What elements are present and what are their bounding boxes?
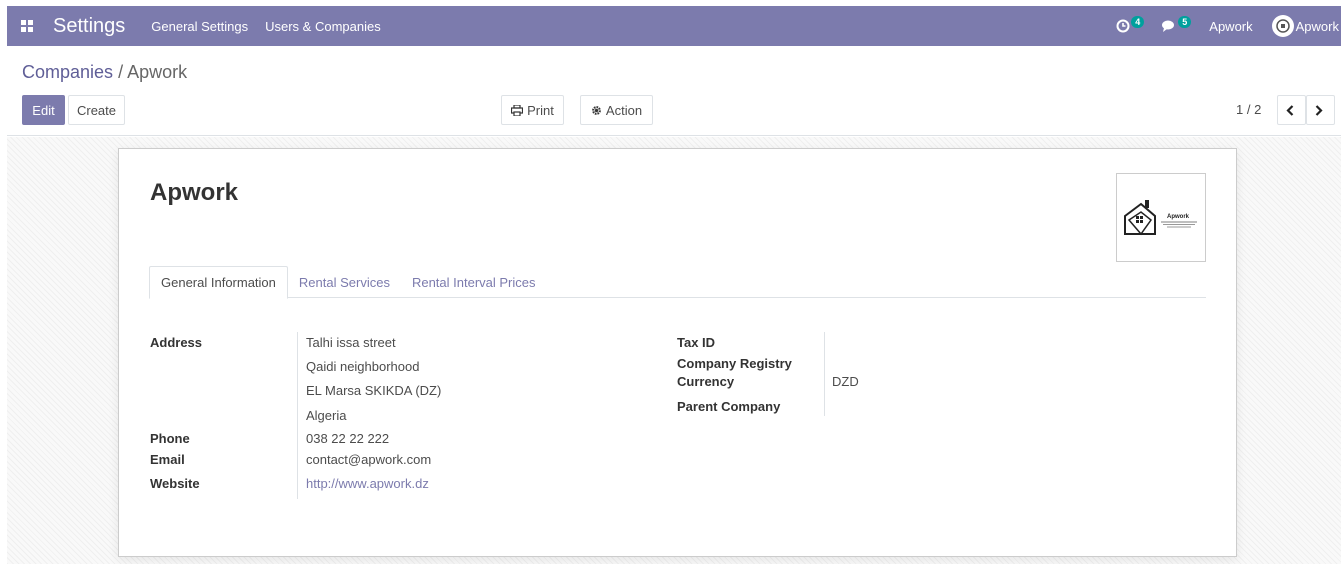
clock-icon (1116, 19, 1130, 33)
menu-users-companies[interactable]: Users & Companies (265, 19, 381, 34)
address-city-state: EL Marsa SKIKDA (DZ) (306, 383, 442, 398)
create-button[interactable]: Create (68, 95, 125, 125)
address-street2: Qaidi neighborhood (306, 359, 420, 374)
currency-label: Currency (677, 374, 735, 389)
tab-rental-interval-prices[interactable]: Rental Interval Prices (401, 266, 547, 298)
chevron-left-icon (1285, 104, 1293, 116)
tax-id-label: Tax ID (677, 335, 716, 350)
form-view: Apwork Apwork General Information Rental… (7, 137, 1341, 564)
activity-menu[interactable]: 4 (1116, 16, 1145, 33)
edit-button[interactable]: Edit (22, 95, 65, 125)
company-switcher[interactable]: Apwork (1209, 19, 1252, 34)
app-title[interactable]: Settings (53, 15, 125, 38)
tab-general-information[interactable]: General Information (149, 266, 288, 299)
notebook-tabs: General Information Rental Services Rent… (149, 266, 1206, 299)
logo-image: Apwork (1124, 199, 1197, 235)
tab-rental-services[interactable]: Rental Services (288, 266, 401, 298)
left-group-divider (297, 332, 298, 499)
activity-badge: 4 (1131, 16, 1145, 28)
breadcrumb-companies[interactable]: Companies (22, 62, 113, 82)
apps-menu-icon[interactable] (11, 6, 43, 46)
print-label: Print (527, 102, 554, 118)
gear-icon (592, 105, 601, 115)
company-logo[interactable]: Apwork (1116, 173, 1206, 262)
user-name: Apwork (1295, 18, 1339, 34)
company-name: Apwork (150, 179, 239, 206)
form-sheet: Apwork Apwork General Information Rental… (118, 148, 1237, 557)
breadcrumb: Companies / Apwork (22, 62, 187, 83)
pager-previous-button[interactable] (1277, 95, 1306, 125)
breadcrumb-current: Apwork (127, 62, 188, 82)
right-group-divider (824, 332, 825, 416)
messaging-menu[interactable]: 5 (1162, 16, 1192, 33)
website-label: Website (150, 476, 200, 491)
pager-value[interactable]: 1 / 2 (1236, 102, 1261, 117)
website-link[interactable]: http://www.apwork.dz (306, 476, 429, 491)
user-avatar (1271, 15, 1294, 37)
print-button[interactable]: Print (501, 95, 564, 125)
parent-company-label: Parent Company (677, 399, 781, 414)
print-icon (511, 104, 524, 116)
chevron-right-icon (1315, 104, 1323, 116)
action-label: Action (605, 102, 643, 118)
email-value: contact@apwork.com (306, 452, 432, 467)
address-country: Algeria (306, 408, 347, 423)
address-label: Address (150, 335, 203, 350)
breadcrumb-separator: / (118, 62, 124, 82)
phone-label: Phone (150, 431, 190, 446)
currency-value[interactable]: DZD (832, 374, 859, 389)
address-street: Talhi issa street (306, 335, 396, 350)
top-navbar: Settings General Settings Users & Compan… (7, 6, 1341, 46)
control-panel: Companies / Apwork Edit Create Print Act… (7, 46, 1341, 136)
phone-value: 038 22 22 222 (306, 431, 390, 446)
menu-general-settings[interactable]: General Settings (151, 19, 248, 34)
action-button[interactable]: Action (580, 95, 653, 125)
user-menu[interactable]: Apwork (1271, 15, 1339, 37)
company-registry-label: Company Registry (677, 356, 792, 371)
chat-icon (1162, 20, 1175, 32)
logo-text: Apwork (1167, 214, 1190, 220)
messages-badge: 5 (1178, 16, 1192, 28)
pager-next-button[interactable] (1306, 95, 1335, 125)
email-label: Email (150, 452, 185, 467)
